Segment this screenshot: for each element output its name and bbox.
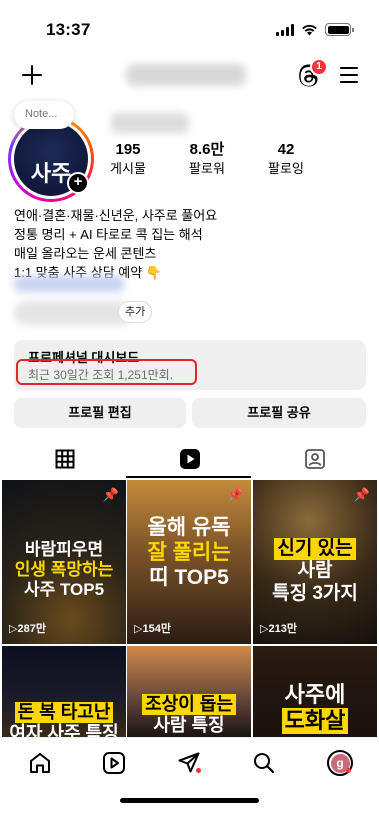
username-blurred[interactable] xyxy=(126,64,246,86)
wifi-icon xyxy=(302,24,317,35)
tab-reels[interactable] xyxy=(127,440,252,478)
bottom-nav: g xyxy=(0,737,379,789)
active-tab-indicator xyxy=(126,476,251,478)
reel-caption-line: 도화살 xyxy=(253,707,377,734)
note-bubble[interactable]: Note... xyxy=(14,101,74,129)
status-bar: 13:37 xyxy=(0,0,379,50)
stat-following[interactable]: 42 팔로잉 xyxy=(251,141,321,178)
stat-posts-value: 195 xyxy=(115,141,141,158)
reel-caption: 신기 있는 사람 특징 3가지 xyxy=(253,538,377,605)
reel-thumbnail[interactable]: 📌 신기 있는 사람 특징 3가지 ▷213만 xyxy=(253,480,377,644)
professional-dashboard[interactable]: 프로페셔널 대시보드 최근 30일간 조회 1,251만회. xyxy=(14,340,366,390)
reel-views: ▷154만 xyxy=(134,623,171,635)
stat-posts[interactable]: 195 게시물 xyxy=(93,141,163,178)
tab-grid[interactable] xyxy=(2,440,127,478)
bio-line: 매일 올라오는 운세 콘텐츠 xyxy=(14,246,157,261)
bio-line: 연애·결혼·재물·신년운, 사주로 풀어요 xyxy=(14,208,218,223)
status-time: 13:37 xyxy=(46,20,91,39)
dashboard-title: 프로페셔널 대시보드 xyxy=(28,350,140,365)
add-chip[interactable]: 추가 xyxy=(118,301,153,323)
nav-home[interactable] xyxy=(27,750,53,776)
reel-caption-line: 띠 TOP5 xyxy=(149,565,229,589)
status-icons xyxy=(276,23,354,36)
reel-caption-line: 바람피우면 xyxy=(24,540,104,559)
reel-thumbnail[interactable]: 돈 복 타고난 여자 사주 특징 xyxy=(2,646,126,737)
reel-caption-line: 사주 TOP5 xyxy=(23,580,105,600)
bio: 연애·결혼·재물·신년운, 사주로 풀어요 정통 명리 + AI 타로로 콕 집… xyxy=(14,206,217,282)
reel-caption-line: 여자 사주 특징 xyxy=(9,723,119,737)
stat-followers[interactable]: 8.6만 팔로워 xyxy=(172,141,242,178)
reel-thumbnail[interactable]: 📌 바람피우면 인생 폭망하는 사주 TOP5 ▷287만 xyxy=(2,480,126,644)
reel-caption-line: 사주에 xyxy=(284,682,346,707)
reels-icon xyxy=(103,752,125,774)
display-name-blurred xyxy=(111,113,189,133)
reel-caption: 사주에 도화살 xyxy=(253,682,377,734)
add-story-icon[interactable]: + xyxy=(67,172,89,194)
reel-caption: 돈 복 타고난 여자 사주 특징 xyxy=(2,702,126,737)
bio-link-blurred[interactable] xyxy=(14,276,124,292)
reel-thumbnail[interactable]: 📌 올해 유독 잘 풀리는 띠 TOP5 ▷154만 xyxy=(127,480,251,644)
reel-thumbnail[interactable]: 조상이 돕는 사람 특징 xyxy=(127,646,251,737)
reel-caption-line: 사람 특징 xyxy=(153,715,225,736)
home-indicator xyxy=(120,798,259,803)
reel-caption-line: 인생 폭망하는 xyxy=(14,560,114,580)
dashboard-subtitle: 최근 30일간 조회 1,251만회. xyxy=(28,368,174,382)
reel-caption: 바람피우면 인생 폭망하는 사주 TOP5 xyxy=(2,540,126,600)
grid-icon xyxy=(55,449,74,469)
reel-caption-line: 돈 복 타고난 xyxy=(2,702,126,724)
reel-caption-line: 사람 xyxy=(297,560,333,582)
stat-posts-label: 게시물 xyxy=(110,161,146,176)
tagged-icon xyxy=(304,449,325,469)
pin-icon: 📌 xyxy=(227,487,244,502)
stat-following-value: 42 xyxy=(277,141,295,158)
reel-caption-line: 조상이 돕는 xyxy=(127,694,251,716)
reels-icon xyxy=(179,449,200,469)
profile-top-nav: 1 xyxy=(0,55,379,99)
create-plus-icon[interactable] xyxy=(20,63,44,87)
share-profile-button[interactable]: 프로필 공유 xyxy=(192,398,366,428)
tab-tagged[interactable] xyxy=(252,440,377,478)
reel-caption: 올해 유독 잘 풀리는 띠 TOP5 xyxy=(127,516,251,590)
nav-reels[interactable] xyxy=(101,750,127,776)
messages-notification-dot xyxy=(196,768,201,773)
home-icon xyxy=(30,753,50,773)
reel-views: ▷287만 xyxy=(9,623,46,635)
search-icon xyxy=(254,753,275,774)
reel-caption-line: 신기 있는 xyxy=(253,538,377,561)
reel-views: ▷213만 xyxy=(260,623,297,635)
reel-thumbnail[interactable]: 사주에 도화살 xyxy=(253,646,377,737)
reel-caption-line: 올해 유독 xyxy=(147,516,231,539)
bio-line: 정통 명리 + AI 타로로 콕 집는 해석 xyxy=(14,227,203,242)
nav-search[interactable] xyxy=(251,750,277,776)
stat-followers-value: 8.6만 xyxy=(189,141,225,158)
reel-caption: 조상이 돕는 사람 특징 xyxy=(127,694,251,736)
followed-by-blurred xyxy=(14,301,132,325)
stat-following-label: 팔로잉 xyxy=(268,161,304,176)
threads-notification-badge: 1 xyxy=(310,58,328,76)
reel-caption-line: 특징 3가지 xyxy=(272,582,358,604)
battery-icon xyxy=(325,23,354,36)
menu-icon[interactable] xyxy=(340,67,358,83)
reel-caption-line: 잘 풀리는 xyxy=(147,540,231,564)
edit-profile-button[interactable]: 프로필 편집 xyxy=(14,398,186,428)
pin-icon: 📌 xyxy=(353,487,370,502)
stat-followers-label: 팔로워 xyxy=(189,161,225,176)
profile-notification-dot xyxy=(346,768,351,773)
pin-icon: 📌 xyxy=(102,487,119,502)
cellular-signal-icon xyxy=(276,23,294,36)
